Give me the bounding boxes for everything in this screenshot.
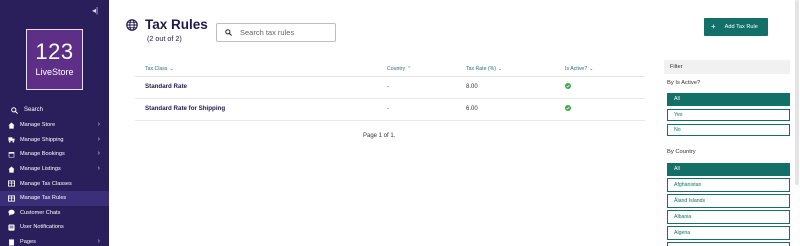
collapse-sidebar-icon[interactable]: ◂| bbox=[92, 7, 102, 15]
sidebar-search-label: Search bbox=[24, 107, 44, 113]
sidebar-item-customer-chats[interactable]: Customer Chats bbox=[0, 206, 109, 221]
notification-icon bbox=[8, 224, 15, 231]
filter-country-all[interactable]: All bbox=[667, 163, 790, 176]
chevron-right-icon: › bbox=[97, 237, 100, 245]
add-tax-rule-button[interactable]: + Add Tax Rule bbox=[704, 18, 768, 36]
tax-class-cell[interactable]: Standard Rate bbox=[145, 83, 187, 90]
sidebar-item-label: Customer Chats bbox=[20, 209, 61, 216]
sidebar-item-label: Manage Shipping bbox=[20, 136, 64, 143]
add-tax-rule-label: Add Tax Rule bbox=[724, 24, 758, 30]
sidebar-item-manage-tax-classes[interactable]: Manage Tax Classes bbox=[0, 176, 109, 191]
sidebar-item-label: Manage Bookings bbox=[20, 151, 65, 158]
sort-down-icon: ⌄ bbox=[169, 66, 174, 72]
sidebar-item-label: Manage Listings bbox=[20, 166, 61, 173]
filter-title: Filter bbox=[664, 60, 790, 74]
column-header-label: Country bbox=[387, 66, 406, 72]
filter-panel: Filter By Is Active? All Yes No By Count… bbox=[664, 60, 790, 246]
store-logo[interactable]: 123 LiveStore bbox=[26, 29, 83, 90]
sidebar-search[interactable]: Search bbox=[0, 103, 109, 117]
logo-text: LiveStore bbox=[35, 67, 74, 77]
sidebar-item-manage-listings[interactable]: Manage Listings › bbox=[0, 162, 109, 177]
search-box bbox=[216, 23, 336, 42]
active-check-icon bbox=[565, 83, 571, 89]
filter-country-afghanistan[interactable]: Afghanistan bbox=[667, 178, 790, 192]
search-icon bbox=[11, 106, 18, 114]
chat-icon bbox=[8, 209, 15, 217]
home-icon bbox=[8, 122, 15, 129]
table-row[interactable]: Standard Rate - 8.00 bbox=[135, 77, 645, 99]
filter-active-no[interactable]: No bbox=[667, 124, 790, 136]
sidebar-item-manage-bookings[interactable]: Manage Bookings › bbox=[0, 147, 109, 162]
column-header-label: Is Active? bbox=[565, 66, 588, 72]
filter-country-label: By Country bbox=[667, 149, 696, 155]
filter-country-algeria[interactable]: Algeria bbox=[667, 226, 790, 240]
column-header-tax-class[interactable]: Tax Class ⌄ bbox=[145, 66, 174, 72]
main-content: Tax Rules (2 out of 2) bbox=[109, 0, 657, 246]
tax-class-cell[interactable]: Standard Rate for Shipping bbox=[145, 105, 225, 112]
sidebar-item-label: Manage Tax Rules bbox=[20, 195, 67, 202]
sidebar-item-manage-shipping[interactable]: Manage Shipping › bbox=[0, 133, 109, 148]
filter-country-aland-islands[interactable]: Åland Islands bbox=[667, 194, 790, 208]
page-title: Tax Rules bbox=[145, 17, 208, 32]
search-input[interactable] bbox=[240, 28, 330, 37]
table-icon bbox=[8, 195, 15, 202]
filter-active-all[interactable]: All bbox=[667, 93, 790, 106]
chevron-right-icon: › bbox=[97, 164, 100, 172]
pagination-text: Page 1 of 1. bbox=[363, 133, 396, 139]
sidebar-item-manage-store[interactable]: Manage Store › bbox=[0, 118, 109, 133]
sort-up-icon: ⌃ bbox=[407, 66, 412, 72]
sidebar-item-label: Manage Store bbox=[20, 122, 56, 129]
column-header-country[interactable]: Country ⌃ bbox=[387, 66, 411, 72]
chevron-right-icon: › bbox=[97, 150, 100, 158]
chevron-right-icon: › bbox=[97, 121, 100, 128]
filter-country-albania[interactable]: Albania bbox=[667, 210, 790, 224]
country-cell: - bbox=[387, 84, 389, 90]
filter-active-label: By Is Active? bbox=[667, 80, 701, 86]
plus-icon: + bbox=[711, 22, 716, 31]
sidebar-item-manage-tax-rules[interactable]: Manage Tax Rules bbox=[0, 190, 109, 206]
chevron-right-icon: › bbox=[97, 135, 100, 143]
record-count: (2 out of 2) bbox=[147, 34, 182, 43]
column-header-tax-rate[interactable]: Tax Rate (%) ⌄ bbox=[466, 66, 502, 72]
sort-down-icon: ⌄ bbox=[589, 66, 594, 72]
tax-rate-cell: 8.00 bbox=[466, 84, 478, 90]
table-icon bbox=[8, 180, 15, 187]
logo-number: 123 bbox=[35, 39, 74, 64]
sidebar-item-pages[interactable]: Pages › bbox=[0, 235, 109, 246]
sidebar-item-label: Manage Tax Classes bbox=[20, 180, 72, 187]
tax-rate-cell: 6.00 bbox=[466, 106, 478, 112]
active-check-icon bbox=[565, 105, 571, 111]
column-header-label: Tax Class bbox=[145, 66, 168, 72]
search-icon bbox=[225, 29, 232, 36]
home-icon bbox=[8, 166, 15, 173]
sidebar-item-label: Pages bbox=[20, 239, 36, 246]
shipping-icon bbox=[8, 136, 15, 143]
calendar-icon bbox=[8, 151, 15, 158]
sidebar: ◂| 123 LiveStore Search Manage Store › Man… bbox=[0, 0, 109, 246]
page-icon bbox=[8, 238, 15, 246]
sort-down-icon: ⌄ bbox=[497, 66, 503, 72]
filter-active-yes[interactable]: Yes bbox=[667, 109, 790, 121]
column-header-is-active[interactable]: Is Active? ⌄ bbox=[565, 66, 593, 72]
country-cell: - bbox=[387, 106, 389, 112]
globe-icon bbox=[126, 19, 138, 31]
column-header-label: Tax Rate (%) bbox=[466, 66, 496, 72]
table-row[interactable]: Standard Rate for Shipping - 6.00 bbox=[135, 99, 645, 121]
sidebar-item-user-notifications[interactable]: User Notifications bbox=[0, 220, 109, 235]
sidebar-item-label: User Notifications bbox=[20, 224, 64, 231]
scrollbar-thumb[interactable] bbox=[795, 0, 799, 185]
sidebar-menu: Manage Store › Manage Shipping › Manage Book… bbox=[0, 118, 109, 246]
filter-country-more[interactable] bbox=[667, 242, 790, 246]
